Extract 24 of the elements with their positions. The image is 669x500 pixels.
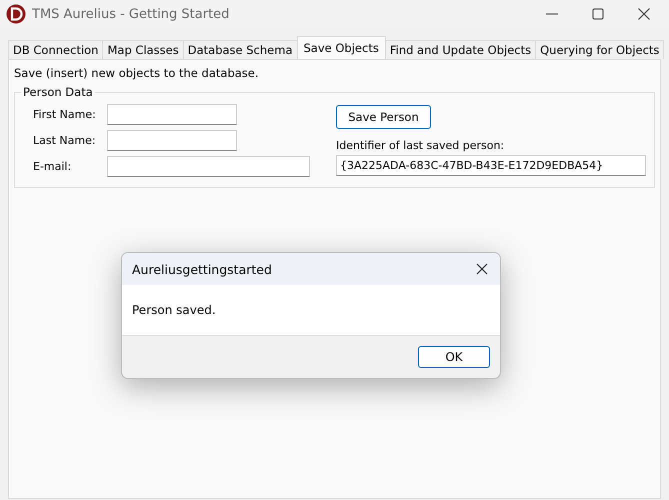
field-label: Last Name:: [33, 134, 97, 147]
tab[interactable]: DB Connection: [8, 40, 104, 59]
field-label: E-mail:: [33, 160, 72, 173]
field-label: First Name:: [33, 108, 97, 121]
dialog-message: Person saved.: [132, 303, 216, 317]
close-icon[interactable]: [637, 7, 651, 21]
tab[interactable]: Querying for Objects: [535, 40, 664, 59]
ok-button[interactable]: OK: [418, 346, 490, 368]
window-title: TMS Aurelius - Getting Started: [32, 6, 230, 22]
tab[interactable]: Save Objects: [296, 36, 386, 59]
input-field[interactable]: [107, 156, 310, 177]
save-person-button[interactable]: Save Person: [336, 105, 431, 129]
tab[interactable]: Find and Update Objects: [384, 40, 536, 59]
group-title: Person Data: [22, 85, 94, 99]
description-text: Save (insert) new objects to the database.: [14, 66, 260, 80]
logo-icon: [6, 4, 26, 24]
dialog-title: Aureliusgettingstarted: [132, 262, 272, 276]
close-icon[interactable]: [476, 263, 488, 275]
input-field[interactable]: [107, 104, 237, 125]
identifier-label: Identifier of last saved person:: [336, 139, 504, 152]
input-field[interactable]: [107, 130, 237, 151]
maximize-icon[interactable]: [591, 7, 605, 21]
tab[interactable]: Map Classes: [102, 40, 184, 59]
identifier-field[interactable]: {3A225ADA-683C-47BD-B43E-E172D9EDBA54}: [336, 155, 646, 176]
